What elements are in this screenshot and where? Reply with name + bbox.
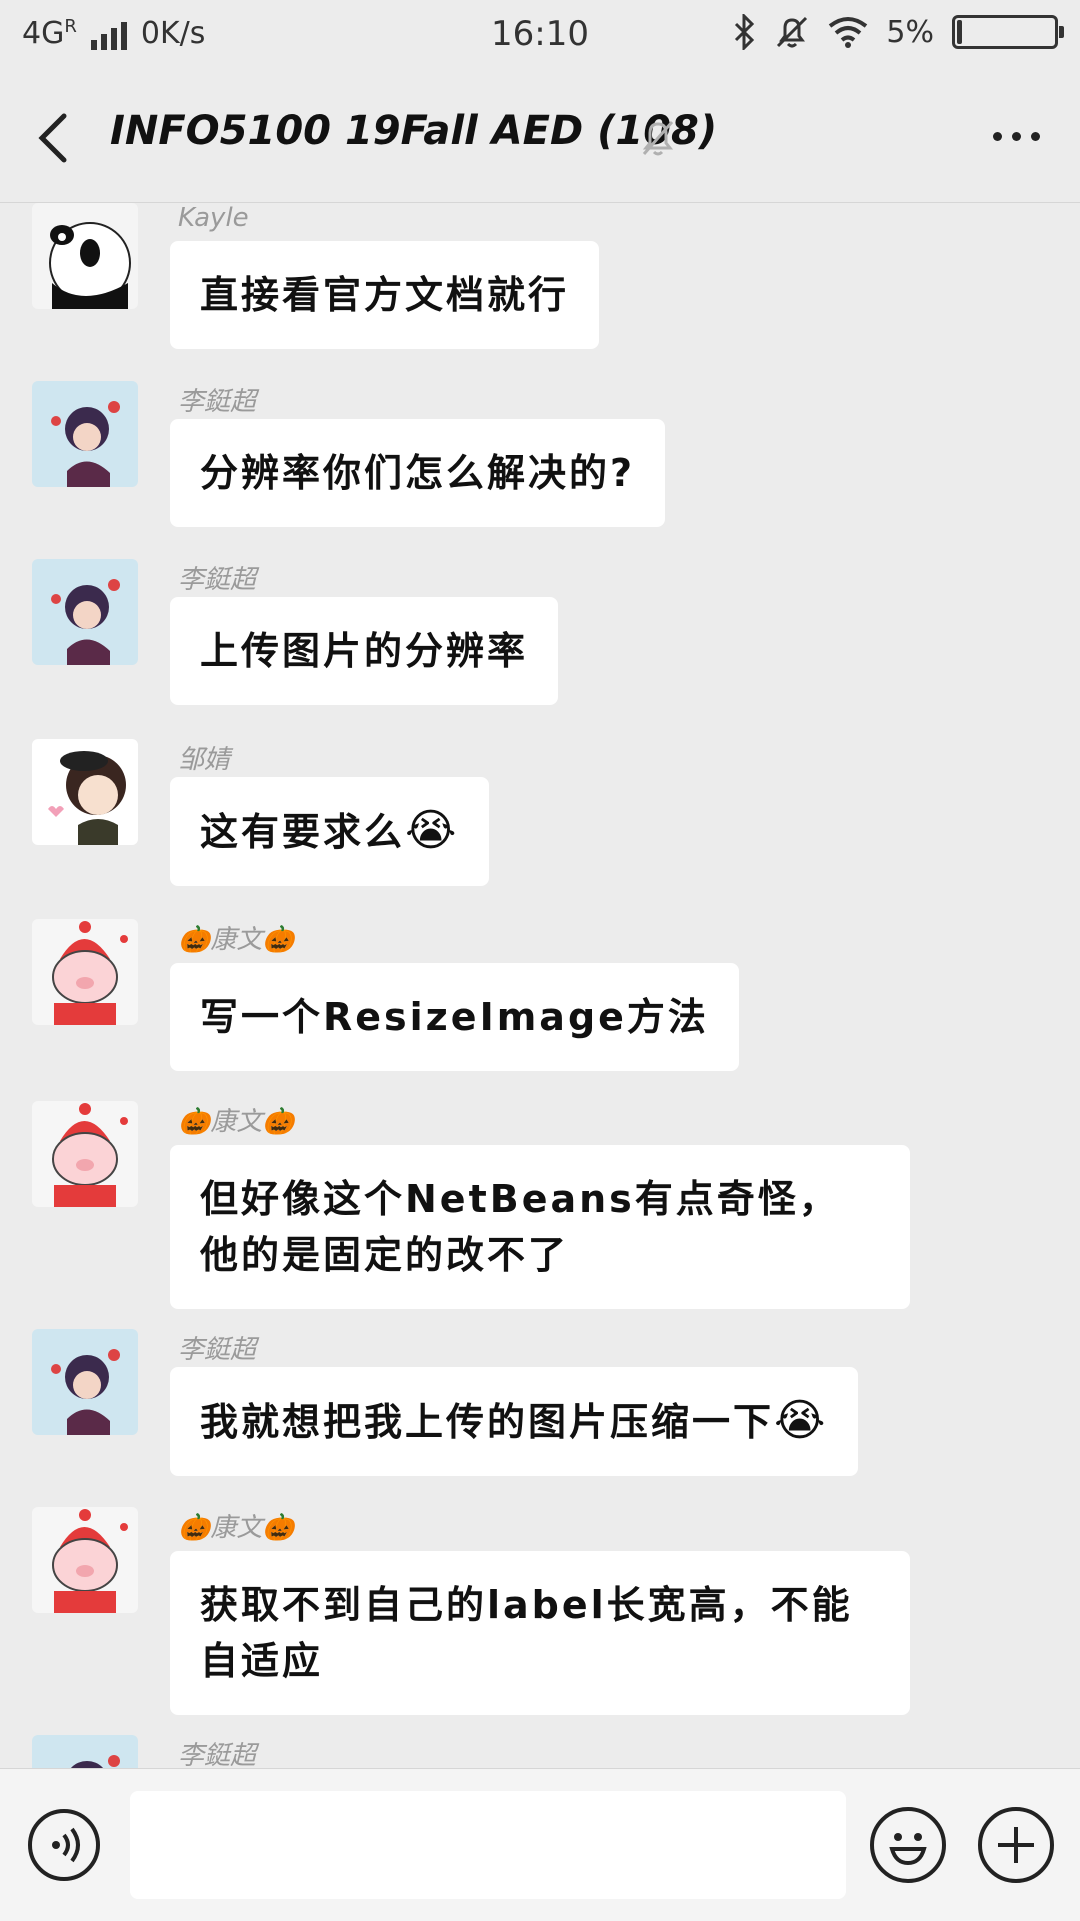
message-text: 写一个ResizeImage方法: [200, 995, 709, 1039]
avatar[interactable]: [32, 1507, 138, 1613]
sender-name: 李鋌超: [178, 1335, 257, 1365]
sender-name: 李鋌超: [178, 1741, 257, 1768]
wifi-icon: [829, 17, 868, 48]
avatar[interactable]: [32, 739, 138, 845]
chat-title: INFO5100 19Fall AED (108): [110, 108, 718, 154]
message-text: 我就想把我上传的图片压缩一下: [200, 1400, 775, 1444]
status-bar: 4GR 0K/s 16:10 5%: [0, 0, 1080, 72]
chat-header: INFO5100 19Fall AED (108): [0, 72, 1080, 203]
message-text: 但好像这个NetBeans有点奇怪，他的是固定的改不了: [200, 1177, 840, 1277]
message-list[interactable]: Kayle 直接看官方文档就行 李鋌超 分辨率你们怎么解决的? 李鋌超 上传图片…: [0, 203, 1080, 1768]
avatar[interactable]: [32, 203, 138, 309]
sender-name: 🎃康文🎃: [178, 1107, 295, 1137]
message-bubble[interactable]: 直接看官方文档就行: [170, 241, 600, 349]
message-text: 获取不到自己的label长宽高，不能自适应: [200, 1583, 853, 1683]
bell-off-icon: [642, 121, 674, 156]
avatar[interactable]: [32, 1101, 138, 1207]
crying-laughing-emoji-icon: 😭: [774, 1395, 829, 1446]
message-text: 这有要求么: [200, 810, 406, 854]
avatar[interactable]: [32, 919, 138, 1025]
sender-name: 🎃康文🎃: [178, 1513, 295, 1543]
battery-icon: [952, 15, 1064, 49]
message-bubble[interactable]: 我就想把我上传的图片压缩一下😭: [170, 1367, 859, 1476]
avatar[interactable]: [32, 559, 138, 665]
crying-laughing-emoji-icon: 😭: [405, 805, 460, 856]
avatar[interactable]: [32, 1329, 138, 1435]
plus-icon[interactable]: [978, 1807, 1054, 1883]
bluetooth-icon: [735, 14, 755, 50]
message-bubble[interactable]: 但好像这个NetBeans有点奇怪，他的是固定的改不了: [170, 1145, 910, 1309]
message-text: 分辨率你们怎么解决的?: [200, 451, 636, 495]
sender-name: 🎃康文🎃: [178, 925, 295, 955]
battery-percent: 5%: [886, 14, 934, 50]
input-bar: [0, 1768, 1080, 1921]
avatar[interactable]: [32, 1735, 138, 1768]
message-bubble[interactable]: 这有要求么😭: [170, 777, 490, 886]
sender-name: Kayle: [178, 203, 249, 233]
voice-icon[interactable]: [28, 1809, 100, 1881]
sender-name: 邹婧: [178, 745, 231, 775]
message-bubble[interactable]: 上传图片的分辨率: [170, 597, 559, 705]
sender-name: 李鋌超: [178, 387, 257, 417]
message-text: 直接看官方文档就行: [200, 273, 570, 317]
more-dots-icon[interactable]: [993, 132, 1040, 141]
smiley-icon[interactable]: [870, 1807, 946, 1883]
message-bubble[interactable]: 写一个ResizeImage方法: [170, 963, 739, 1071]
avatar[interactable]: [32, 381, 138, 487]
chevron-left-icon[interactable]: [30, 108, 80, 168]
message-input[interactable]: [130, 1791, 846, 1899]
message-text: 上传图片的分辨率: [200, 629, 529, 673]
message-bubble[interactable]: 分辨率你们怎么解决的?: [170, 419, 666, 527]
bell-off-icon: [777, 16, 808, 48]
message-bubble[interactable]: 获取不到自己的label长宽高，不能自适应: [170, 1551, 910, 1715]
sender-name: 李鋌超: [178, 565, 257, 595]
